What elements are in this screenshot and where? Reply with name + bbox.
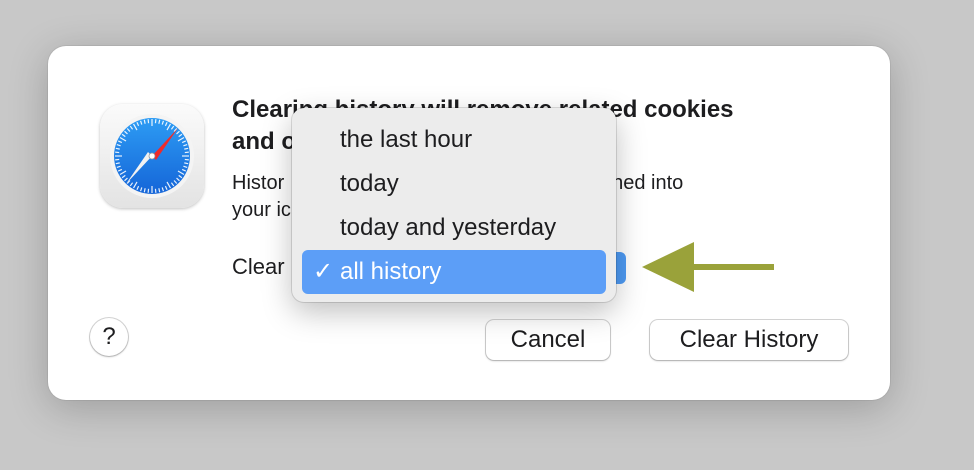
history-range-menu: the last hour today today and yesterday … <box>292 108 616 302</box>
menu-item-label: the last hour <box>340 126 473 153</box>
clear-history-button[interactable]: Clear History <box>650 320 848 360</box>
clear-label: Clear <box>232 254 285 279</box>
checkmark-icon: ✓ <box>312 258 334 285</box>
annotation-arrow-icon <box>642 242 774 292</box>
safari-app-icon <box>100 104 204 208</box>
help-button[interactable]: ? <box>90 318 128 356</box>
cancel-button[interactable]: Cancel <box>486 320 610 360</box>
compass-icon <box>110 114 194 198</box>
menu-item-all-history[interactable]: ✓ all history <box>302 250 606 294</box>
menu-item-today[interactable]: today <box>302 162 606 206</box>
menu-item-label: today <box>340 170 399 197</box>
menu-item-last-hour[interactable]: the last hour <box>302 118 606 162</box>
menu-item-label: all history <box>340 258 442 285</box>
menu-item-label: today and yesterday <box>340 214 557 241</box>
menu-item-today-and-yesterday[interactable]: today and yesterday <box>302 206 606 250</box>
